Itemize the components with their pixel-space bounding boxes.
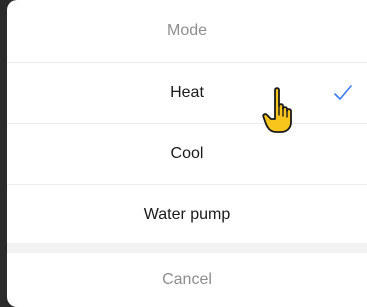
mode-option-label: Cool: [170, 145, 204, 162]
mode-option-heat[interactable]: Heat: [7, 63, 367, 124]
pointing-hand-icon: [262, 87, 292, 133]
cancel-button[interactable]: Cancel: [7, 253, 367, 307]
mode-option-label: Water pump: [143, 206, 231, 223]
mode-option-water-pump[interactable]: Water pump: [7, 185, 367, 245]
mode-option-label: Heat: [170, 84, 204, 101]
section-divider: [7, 243, 367, 253]
mode-option-cool[interactable]: Cool: [7, 124, 367, 185]
sheet-title: Mode: [7, 0, 367, 63]
mode-action-sheet: Mode Heat Cool Water pump Cancel: [7, 0, 367, 307]
checkmark-icon: [334, 85, 352, 100]
